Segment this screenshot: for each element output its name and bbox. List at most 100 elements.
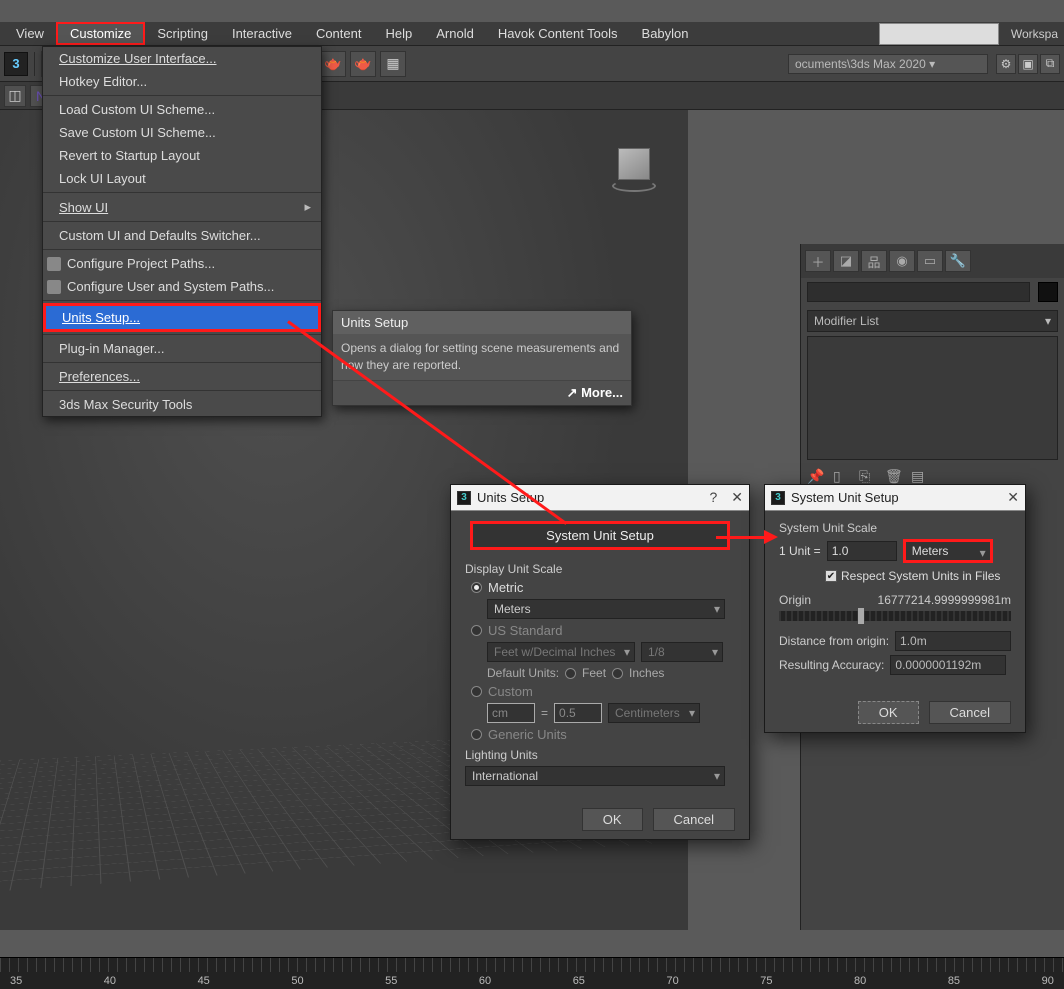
- gear-icon[interactable]: ⚙: [996, 54, 1016, 74]
- menu-save-ui-scheme[interactable]: Save Custom UI Scheme...: [43, 121, 321, 144]
- menu-arnold[interactable]: Arnold: [424, 24, 486, 43]
- custom-label: Custom: [488, 684, 533, 699]
- respect-units-checkbox[interactable]: ✔: [825, 570, 837, 582]
- display-unit-scale-label: Display Unit Scale: [465, 562, 735, 576]
- hierarchy-tab-icon[interactable]: 品: [861, 250, 887, 272]
- accuracy-value: [890, 655, 1006, 675]
- menu-babylon[interactable]: Babylon: [630, 24, 701, 43]
- app-logo-icon[interactable]: 3: [4, 52, 28, 76]
- modifier-stack[interactable]: [807, 336, 1058, 460]
- unit-value-input[interactable]: [827, 541, 897, 561]
- system-unit-title: System Unit Setup: [791, 490, 899, 505]
- utilities-tab-icon[interactable]: 🔧: [945, 250, 971, 272]
- tooltip-body: Opens a dialog for setting scene measure…: [333, 334, 631, 380]
- generic-radio-row[interactable]: Generic Units: [471, 727, 735, 742]
- object-name-input[interactable]: [807, 282, 1030, 302]
- custom-radio-row[interactable]: Custom: [471, 684, 735, 699]
- custom-eq: =: [541, 706, 548, 720]
- units-setup-titlebar[interactable]: 3 Units Setup ? ✕: [451, 485, 749, 511]
- generic-radio[interactable]: [471, 729, 482, 740]
- menu-hotkey-editor[interactable]: Hotkey Editor...: [43, 70, 321, 93]
- us-radio-row[interactable]: US Standard: [471, 623, 735, 638]
- origin-label: Origin: [779, 593, 811, 607]
- close-button[interactable]: ✕: [1007, 489, 1019, 506]
- system-unit-setup-button[interactable]: System Unit Setup: [470, 521, 730, 550]
- custom-radio[interactable]: [471, 686, 482, 697]
- system-unit-ok-button[interactable]: OK: [858, 701, 919, 724]
- menu-customize-ui[interactable]: Customize User Interface...: [43, 47, 321, 70]
- tooltip-more-link[interactable]: More...: [333, 380, 631, 405]
- units-setup-tooltip: Units Setup Opens a dialog for setting s…: [332, 310, 632, 406]
- workspace-label[interactable]: Workspa: [1005, 27, 1064, 41]
- menu-show-ui[interactable]: Show UI▸: [43, 195, 321, 219]
- menu-configure-project-paths[interactable]: Configure Project Paths...: [43, 252, 321, 275]
- metric-radio[interactable]: [471, 582, 482, 593]
- menu-preferences[interactable]: Preferences...: [43, 365, 321, 388]
- system-unit-setup-dialog: 3 System Unit Setup ✕ System Unit Scale …: [764, 484, 1026, 733]
- modify-tab-icon[interactable]: ◪: [833, 250, 859, 272]
- menu-customize[interactable]: Customize: [56, 22, 145, 45]
- us-fraction-select[interactable]: 1/8: [641, 642, 723, 662]
- modifier-list-label: Modifier List: [814, 314, 879, 328]
- distance-value[interactable]: [895, 631, 1011, 651]
- project-path-dropdown[interactable]: ocuments\3ds Max 2020 ▾: [788, 54, 988, 74]
- custom-unit-select[interactable]: Centimeters: [608, 703, 700, 723]
- units-ok-button[interactable]: OK: [582, 808, 643, 831]
- teapot-icon-4[interactable]: 🫖: [350, 51, 376, 77]
- unit-type-select[interactable]: Meters: [903, 539, 993, 563]
- copy-icon[interactable]: ⧉: [1040, 54, 1060, 74]
- us-type-select[interactable]: Feet w/Decimal Inches: [487, 642, 635, 662]
- account-box[interactable]: [879, 23, 999, 45]
- accuracy-label: Resulting Accuracy:: [779, 658, 884, 672]
- object-color-swatch[interactable]: [1038, 282, 1058, 302]
- menu-interactive[interactable]: Interactive: [220, 24, 304, 43]
- metric-radio-row[interactable]: Metric: [471, 580, 735, 595]
- origin-slider[interactable]: [779, 611, 1011, 621]
- menu-plugin-manager[interactable]: Plug-in Manager...: [43, 337, 321, 360]
- help-button[interactable]: ?: [709, 489, 717, 506]
- tooltip-title: Units Setup: [333, 311, 631, 334]
- lighting-units-select[interactable]: International: [465, 766, 725, 786]
- command-panel-tabs: ＋ ◪ 品 ◉ ▭ 🔧: [801, 244, 1064, 278]
- display-tab-icon[interactable]: ▭: [917, 250, 943, 272]
- units-cancel-button[interactable]: Cancel: [653, 808, 735, 831]
- feet-radio[interactable]: [565, 668, 576, 679]
- inches-label: Inches: [629, 666, 664, 680]
- menu-revert-startup[interactable]: Revert to Startup Layout: [43, 144, 321, 167]
- layer-icon[interactable]: ▣: [1018, 54, 1038, 74]
- us-radio[interactable]: [471, 625, 482, 636]
- units-setup-dialog: 3 Units Setup ? ✕ System Unit Setup Disp…: [450, 484, 750, 840]
- lighting-units-label: Lighting Units: [465, 748, 735, 762]
- menu-scripting[interactable]: Scripting: [145, 24, 220, 43]
- origin-value: 16777214.9999999981m: [878, 593, 1011, 607]
- system-unit-cancel-button[interactable]: Cancel: [929, 701, 1011, 724]
- custom-unit-input[interactable]: [487, 703, 535, 723]
- toolbar2-btn-1[interactable]: ◫: [4, 85, 26, 107]
- menu-lock-ui[interactable]: Lock UI Layout: [43, 167, 321, 190]
- menu-content[interactable]: Content: [304, 24, 374, 43]
- inches-radio[interactable]: [612, 668, 623, 679]
- menu-units-setup[interactable]: Units Setup...: [43, 303, 321, 332]
- menu-havok[interactable]: Havok Content Tools: [486, 24, 630, 43]
- metric-label: Metric: [488, 580, 523, 595]
- create-tab-icon[interactable]: ＋: [805, 250, 831, 272]
- menu-defaults-switcher[interactable]: Custom UI and Defaults Switcher...: [43, 224, 321, 247]
- customize-dropdown-menu: Customize User Interface... Hotkey Edito…: [42, 46, 322, 417]
- metric-select[interactable]: Meters: [487, 599, 725, 619]
- system-unit-scale-label: System Unit Scale: [779, 521, 1011, 535]
- menu-security-tools[interactable]: 3ds Max Security Tools: [43, 393, 321, 416]
- motion-tab-icon[interactable]: ◉: [889, 250, 915, 272]
- menu-help[interactable]: Help: [373, 24, 424, 43]
- viewcube-icon[interactable]: [610, 144, 658, 192]
- annotation-arrowhead-2: [764, 530, 778, 544]
- teapot-icon-3[interactable]: 🫖: [320, 51, 346, 77]
- menu-load-ui-scheme[interactable]: Load Custom UI Scheme...: [43, 98, 321, 121]
- modifier-list-dropdown[interactable]: Modifier List▾: [807, 310, 1058, 332]
- toolbar-btn-grid-icon[interactable]: ▦: [380, 51, 406, 77]
- timeline[interactable]: 354045 505560 657075 808590: [0, 957, 1064, 989]
- system-unit-titlebar[interactable]: 3 System Unit Setup ✕: [765, 485, 1025, 511]
- custom-value-input[interactable]: [554, 703, 602, 723]
- close-button[interactable]: ✕: [731, 489, 743, 506]
- menu-configure-system-paths[interactable]: Configure User and System Paths...: [43, 275, 321, 298]
- menu-view[interactable]: View: [4, 24, 56, 43]
